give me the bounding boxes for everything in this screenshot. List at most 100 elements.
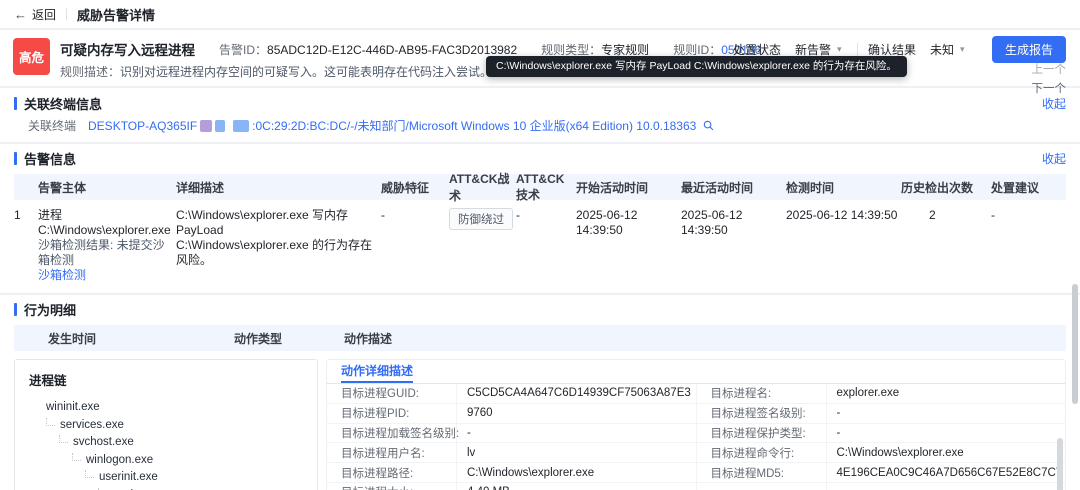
tree-item[interactable]: userinit.exe: [85, 469, 317, 487]
previous-alert-link[interactable]: 上一个: [1032, 61, 1067, 77]
severity-badge: 高危: [13, 38, 50, 75]
advice-cell: -: [991, 208, 1066, 223]
process-name: wininit.exe: [46, 401, 100, 413]
rule-type: 规则类型：专家规则: [541, 41, 649, 58]
kv-value: -: [827, 407, 847, 419]
kv-label: 目标进程用户名:: [327, 443, 457, 462]
column-header: 发生时间: [14, 330, 234, 347]
back-button[interactable]: ← 返回: [14, 6, 56, 23]
confirm-result-select[interactable]: 未知 ▾: [926, 38, 982, 61]
search-icon[interactable]: [703, 120, 714, 131]
process-chain-panel: 进程链 wininit.exe services.exe svchost.exe…: [14, 359, 318, 490]
desc-line: C:\Windows\explorer.exe 写内存 PayLoad: [176, 208, 381, 238]
recent-time-cell: 2025-06-12 14:39:50: [681, 208, 786, 238]
kv-value: C:\Windows\explorer.exe: [827, 447, 970, 459]
chevron-down-icon: ▾: [960, 44, 965, 55]
tactic-tag[interactable]: 防御绕过: [449, 208, 513, 230]
attck-technique-cell: -: [516, 208, 576, 223]
behavior-section: 行为明细 发生时间 动作类型 动作描述 进程链 wininit.exe serv…: [0, 295, 1080, 490]
column-header: 开始活动时间: [576, 179, 681, 196]
redacted-block: [215, 120, 225, 132]
tree-item[interactable]: winlogon.exe: [72, 452, 317, 470]
alert-id-value: 85ADC12D-E12C-446D-AB95-FAC3D2013982: [267, 43, 517, 57]
column-header: 动作类型: [234, 330, 344, 347]
detail-tab-bar: 动作详细描述: [327, 360, 1065, 384]
detail-row: 目标进程用户名:lv 目标进程命令行:C:\Windows\explorer.e…: [327, 443, 1065, 463]
process-tree: wininit.exe services.exe svchost.exe win…: [25, 399, 317, 490]
kv-label: 目标进程PID:: [327, 404, 457, 423]
tree-item[interactable]: services.exe: [46, 417, 317, 435]
behavior-section-title: 行为明细: [24, 300, 76, 319]
tree-item[interactable]: svchost.exe: [59, 434, 317, 452]
column-header: 详细描述: [176, 179, 381, 196]
row-index: 1: [14, 208, 38, 223]
tree-connector: [46, 418, 55, 426]
rule-type-value: 专家规则: [601, 43, 649, 57]
process-name: svchost.exe: [73, 436, 134, 448]
rule-id-label: 规则ID：: [673, 43, 721, 57]
kv-label: 目标进程GUID:: [327, 384, 457, 403]
terminal-link[interactable]: DESKTOP-AQ365IF :0C:29:2D:BC:DC/-/未知部门/M…: [88, 117, 714, 134]
generate-report-button[interactable]: 生成报告: [992, 36, 1066, 63]
tree-item[interactable]: explorer.exe: [98, 487, 317, 490]
divider: [66, 8, 67, 20]
kv-value: 9760: [457, 407, 499, 419]
detail-kv-grid: 目标进程GUID:C5CD5CA4A647C6D14939CF75063A87E…: [327, 384, 1065, 490]
detail-scrollbar[interactable]: [1057, 438, 1063, 490]
terminal-hostname: DESKTOP-AQ365IF: [88, 119, 197, 133]
terminal-label: 关联终端: [28, 117, 76, 134]
history-count-cell: 2: [901, 208, 991, 223]
alert-table-header: 告警主体 详细描述 威胁特征 ATT&CK战术 ATT&CK技术 开始活动时间 …: [14, 174, 1066, 200]
process-chain-title: 进程链: [29, 370, 317, 389]
column-header: ATT&CK战术: [449, 170, 516, 204]
kv-value: 4E196CEA0C9C46A7D656C67E52E8C7C7: [827, 467, 1066, 479]
kv-value: lv: [457, 447, 481, 459]
alert-info-section-title: 告警信息: [24, 149, 76, 168]
tree-item[interactable]: wininit.exe: [46, 399, 317, 417]
redacted-block: [200, 120, 212, 132]
page-scrollbar[interactable]: [1072, 284, 1078, 404]
column-header: 最近活动时间: [681, 179, 786, 196]
terminal-section-title: 关联终端信息: [24, 94, 102, 113]
alert-info-collapse-link[interactable]: 收起: [1042, 150, 1066, 167]
terminal-collapse-link[interactable]: 收起: [1042, 95, 1066, 112]
kv-label: 目标进程MD5:: [697, 463, 827, 482]
rule-desc-label: 规则描述：: [60, 65, 120, 79]
column-header: 动作描述: [344, 330, 1066, 347]
alert-info-section: 告警信息 收起 告警主体 详细描述 威胁特征 ATT&CK战术 ATT&CK技术…: [0, 144, 1080, 293]
process-name: winlogon.exe: [86, 454, 153, 466]
kv-label: 目标进程路径:: [327, 463, 457, 482]
alert-info-section-header: 告警信息 收起: [0, 148, 1080, 168]
alert-id-label: 告警ID：: [219, 43, 267, 57]
column-header: ATT&CK技术: [516, 172, 576, 203]
tab-action-detail[interactable]: 动作详细描述: [341, 360, 413, 383]
detect-time-cell: 2025-06-12 14:39:50: [786, 208, 901, 223]
detail-row: 目标进程加载签名级别:- 目标进程保护类型:-: [327, 424, 1065, 444]
behavior-section-header: 行为明细: [0, 299, 1080, 319]
kv-label: 目标进程签名级别:: [697, 404, 827, 423]
next-alert-link[interactable]: 下一个: [1032, 80, 1067, 96]
detail-row: 目标进程PID:9760 目标进程签名级别:-: [327, 404, 1065, 424]
topbar: ← 返回 威胁告警详情: [0, 0, 1080, 28]
column-header: 威胁特征: [381, 179, 449, 196]
back-arrow-icon: ←: [14, 7, 27, 22]
page-title: 威胁告警详情: [77, 5, 155, 24]
column-header: 告警主体: [38, 179, 176, 196]
column-header: 检测时间: [786, 179, 901, 196]
start-time-cell: 2025-06-12 14:39:50: [576, 208, 681, 238]
alert-table-row[interactable]: 1 进程 C:\Windows\explorer.exe 沙箱检测结果: 未提交…: [14, 200, 1066, 283]
alert-subject-cell: 进程 C:\Windows\explorer.exe 沙箱检测结果: 未提交沙箱…: [38, 208, 176, 283]
section-accent-bar: [14, 303, 17, 316]
kv-value: -: [827, 427, 847, 439]
kv-label: 目标进程加载签名级别:: [327, 424, 457, 443]
pagination: 上一个 下一个: [1032, 61, 1067, 96]
rule-description-row: 规则描述：识别对远程进程内存空间的可疑写入。这可能表明存在代码注入尝试。: [60, 63, 492, 80]
behavior-tooltip: C:\Windows\explorer.exe 写内存 PayLoad C:\W…: [486, 56, 907, 77]
rule-desc-value: 识别对远程进程内存空间的可疑写入。这可能表明存在代码注入尝试。: [120, 65, 492, 79]
sandbox-detect-link[interactable]: 沙箱检测: [38, 268, 176, 283]
column-header: 历史检出次数: [901, 179, 991, 196]
behavior-table-header: 发生时间 动作类型 动作描述: [14, 325, 1066, 351]
attck-tactic-cell: 防御绕过: [449, 208, 516, 230]
alert-description-cell: C:\Windows\explorer.exe 写内存 PayLoad C:\W…: [176, 208, 381, 268]
subject-process: 进程 C:\Windows\explorer.exe: [38, 208, 176, 238]
